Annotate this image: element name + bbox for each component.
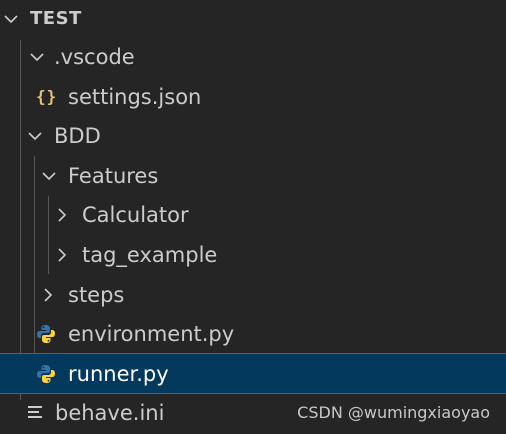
tree-item-label: .vscode xyxy=(54,45,135,69)
explorer-root-test[interactable]: TEST xyxy=(0,0,506,38)
tree-item-calculator[interactable]: Calculator xyxy=(0,196,506,234)
ini-file-icon xyxy=(26,403,46,423)
tree-item-label: runner.py xyxy=(68,362,169,386)
watermark: CSDN @wumingxiaoyao xyxy=(297,403,490,422)
chevron-down-icon xyxy=(42,169,56,183)
tree-item-label: steps xyxy=(68,283,125,307)
tree-item-tag-example[interactable]: tag_example xyxy=(0,236,506,274)
tree-item-label: Calculator xyxy=(82,203,189,227)
tree-item-label: environment.py xyxy=(68,322,235,346)
tree-item-features[interactable]: Features xyxy=(0,157,506,195)
chevron-right-icon xyxy=(55,248,69,262)
file-explorer: TEST .vscode {} settings.json BDD Featur… xyxy=(0,0,506,434)
tree-item-label: behave.ini xyxy=(55,401,165,425)
tree-item-settings-json[interactable]: {} settings.json xyxy=(0,78,506,116)
explorer-root-label: TEST xyxy=(30,8,82,29)
chevron-right-icon xyxy=(41,288,55,302)
chevron-down-icon xyxy=(30,50,44,64)
tree-item-environment-py[interactable]: environment.py xyxy=(0,315,506,353)
python-icon xyxy=(36,364,56,384)
chevron-down-icon xyxy=(4,12,18,26)
chevron-down-icon xyxy=(28,129,42,143)
tree-item-label: settings.json xyxy=(68,85,202,109)
json-icon: {} xyxy=(36,87,58,106)
tree-item-runner-py[interactable]: runner.py xyxy=(0,353,506,394)
tree-item-label: tag_example xyxy=(82,243,218,267)
tree-item-steps[interactable]: steps xyxy=(0,276,506,314)
chevron-right-icon xyxy=(55,208,69,222)
tree-item-bdd[interactable]: BDD xyxy=(0,117,506,155)
tree-item-label: Features xyxy=(68,164,159,188)
python-icon xyxy=(36,324,56,344)
tree-item-label: BDD xyxy=(54,124,101,148)
tree-item-vscode[interactable]: .vscode xyxy=(0,38,506,76)
